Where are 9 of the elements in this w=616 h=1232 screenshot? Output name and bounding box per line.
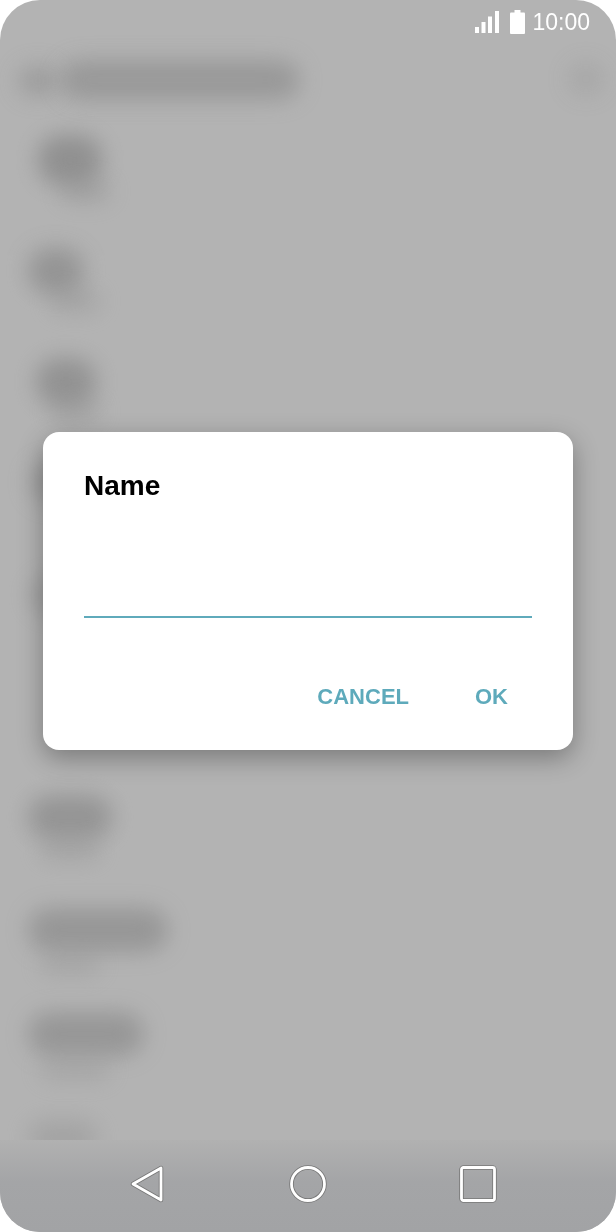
signal-icon — [475, 11, 500, 33]
recent-apps-icon[interactable] — [459, 1165, 497, 1203]
home-icon[interactable] — [289, 1165, 327, 1203]
clock-time: 10:00 — [532, 8, 590, 36]
cancel-button[interactable]: CANCEL — [301, 673, 425, 721]
battery-icon — [510, 10, 526, 34]
back-icon[interactable] — [130, 1165, 164, 1203]
ok-button[interactable]: OK — [459, 673, 524, 721]
dialog-title: Name — [84, 469, 161, 503]
